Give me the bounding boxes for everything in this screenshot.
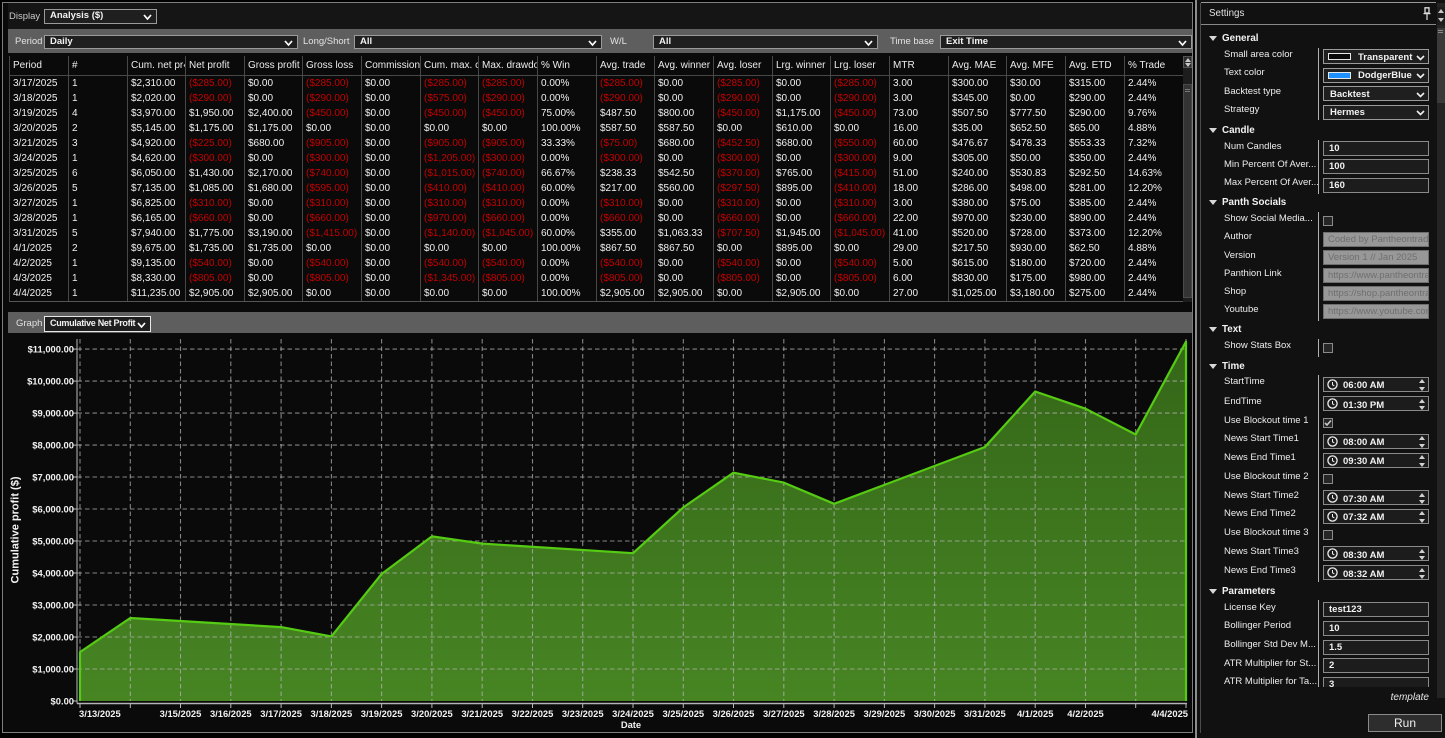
svg-text:$11,000.00: $11,000.00 [28,344,74,355]
svg-text:$10,000.00: $10,000.00 [27,376,74,387]
svg-text:3/19/2025: 3/19/2025 [361,708,403,719]
svg-text:3/20/2025: 3/20/2025 [411,708,453,719]
svg-text:3/13/2025: 3/13/2025 [79,708,121,719]
svg-text:3/24/2025: 3/24/2025 [612,708,654,719]
svg-text:$5,000.00: $5,000.00 [32,536,74,547]
svg-text:4/4/2025: 4/4/2025 [1152,708,1189,719]
svg-text:$1,000.00: $1,000.00 [32,664,74,675]
svg-text:Cumulative profit ($): Cumulative profit ($) [10,476,22,583]
svg-text:$0.00: $0.00 [51,696,74,707]
svg-text:3/31/2025: 3/31/2025 [964,708,1006,719]
svg-text:$6,000.00: $6,000.00 [32,504,74,515]
svg-text:$9,000.00: $9,000.00 [32,408,74,419]
svg-text:4/2/2025: 4/2/2025 [1067,708,1104,719]
svg-text:3/18/2025: 3/18/2025 [311,708,353,719]
svg-text:$7,000.00: $7,000.00 [32,472,74,483]
svg-text:3/23/2025: 3/23/2025 [562,708,604,719]
svg-text:$8,000.00: $8,000.00 [32,440,74,451]
svg-text:$3,000.00: $3,000.00 [32,600,74,611]
svg-text:3/22/2025: 3/22/2025 [512,708,554,719]
svg-text:$2,000.00: $2,000.00 [32,632,74,643]
svg-text:3/16/2025: 3/16/2025 [210,708,252,719]
svg-text:3/26/2025: 3/26/2025 [713,708,755,719]
svg-text:3/21/2025: 3/21/2025 [461,708,503,719]
svg-text:3/30/2025: 3/30/2025 [914,708,956,719]
svg-text:3/25/2025: 3/25/2025 [662,708,704,719]
svg-text:3/28/2025: 3/28/2025 [813,708,855,719]
svg-text:Date: Date [621,719,641,730]
svg-text:3/29/2025: 3/29/2025 [864,708,906,719]
svg-text:4/1/2025: 4/1/2025 [1017,708,1054,719]
svg-text:3/15/2025: 3/15/2025 [160,708,202,719]
svg-text:3/27/2025: 3/27/2025 [763,708,805,719]
svg-text:3/17/2025: 3/17/2025 [260,708,302,719]
svg-text:$4,000.00: $4,000.00 [32,568,74,579]
